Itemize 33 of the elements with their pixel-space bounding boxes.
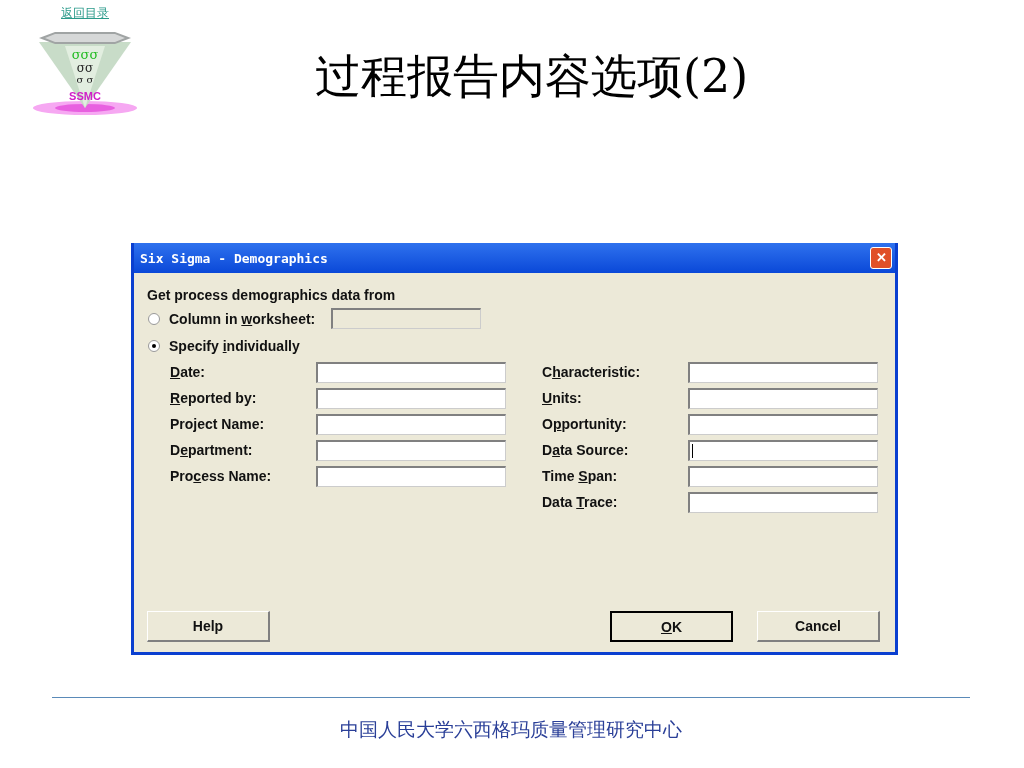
field-label: Opportunity: bbox=[542, 416, 628, 432]
group-label: Get process demographics data from bbox=[147, 287, 397, 305]
dialog-button[interactable]: Help bbox=[147, 611, 270, 642]
field-label: Reported by: bbox=[170, 390, 258, 406]
dialog-button[interactable]: OK bbox=[610, 611, 733, 642]
field-label: Time Span: bbox=[542, 468, 619, 484]
radio-button[interactable] bbox=[148, 339, 160, 352]
field-label: Data Source: bbox=[542, 442, 630, 458]
footer-text: 中国人民大学六西格玛质量管理研究中心 bbox=[339, 717, 683, 742]
window-title: Six Sigma - Demographics bbox=[140, 250, 328, 266]
input-field[interactable] bbox=[688, 491, 878, 513]
input-field[interactable] bbox=[688, 413, 878, 435]
close-button[interactable]: ✕ bbox=[870, 247, 892, 269]
input-field[interactable] bbox=[316, 387, 506, 409]
input-field[interactable] bbox=[688, 439, 878, 461]
field-label: Data Trace: bbox=[542, 494, 619, 510]
input-field[interactable] bbox=[688, 387, 878, 409]
field-label: Date: bbox=[170, 364, 207, 380]
input-field[interactable] bbox=[316, 439, 506, 461]
field-label: Process Name: bbox=[170, 468, 273, 484]
slide-title: 过程报告内容选项(2) bbox=[315, 48, 749, 105]
field-label: Units: bbox=[542, 390, 583, 406]
input-field[interactable] bbox=[688, 465, 878, 487]
input-field[interactable] bbox=[316, 465, 506, 487]
radio-label[interactable]: Specify individually bbox=[169, 337, 300, 354]
field-label: Characteristic: bbox=[542, 364, 642, 380]
back-link[interactable]: 返回目录 bbox=[61, 5, 109, 22]
field-label: Department: bbox=[170, 442, 254, 458]
input-field[interactable] bbox=[316, 361, 506, 383]
input-field[interactable] bbox=[316, 413, 506, 435]
field-label: Project Name: bbox=[170, 416, 266, 432]
input-field[interactable] bbox=[688, 361, 878, 383]
dialog-button[interactable]: Cancel bbox=[757, 611, 880, 642]
